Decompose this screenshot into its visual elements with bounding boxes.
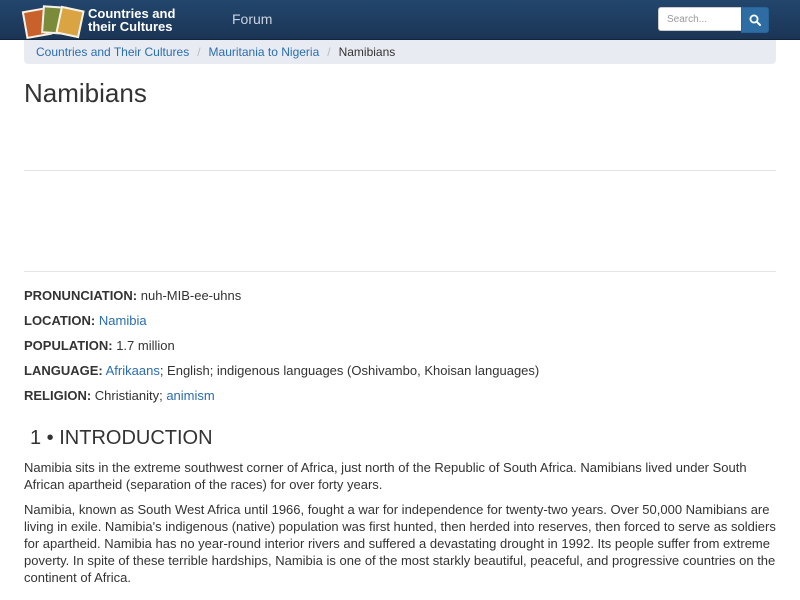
forum-link[interactable]: Forum: [232, 11, 272, 27]
fact-value: ; English; indigenous languages (Oshivam…: [159, 363, 540, 378]
paragraph: Namibia, known as South West Africa unti…: [24, 502, 776, 585]
fact-label: LANGUAGE:: [24, 363, 103, 378]
fact-language: LANGUAGE: Afrikaans; English; indigenous…: [24, 363, 539, 378]
breadcrumb-current: Namibians: [338, 45, 396, 59]
location-link[interactable]: Namibia: [99, 313, 147, 328]
fact-value: Christianity;: [91, 388, 167, 403]
breadcrumb: Countries and Their Cultures / Mauritani…: [24, 40, 776, 64]
logo-text: Countries and their Cultures: [88, 7, 175, 33]
search-icon: [749, 14, 761, 26]
fact-label: PRONUNCIATION:: [24, 288, 138, 303]
fact-label: POPULATION:: [24, 338, 113, 353]
fact-location: LOCATION: Namibia: [24, 313, 147, 328]
page-title: Namibians: [24, 78, 147, 108]
section-title: 1 • INTRODUCTION: [30, 427, 213, 449]
fact-pronunciation: PRONUNCIATION: nuh-MIB-ee-uhns: [24, 288, 241, 303]
fact-value: nuh-MIB-ee-uhns: [137, 288, 242, 303]
logo-image: [21, 3, 85, 40]
breadcrumb-separator: /: [197, 45, 201, 59]
search-button[interactable]: [741, 7, 769, 33]
breadcrumb-link-mauritania-nigeria[interactable]: Mauritania to Nigeria: [209, 45, 320, 59]
breadcrumb-separator: /: [327, 45, 331, 59]
afrikaans-link[interactable]: Afrikaans: [106, 363, 160, 378]
fact-religion: RELIGION: Christianity; animism: [24, 388, 215, 403]
logo-line2: their Cultures: [88, 18, 173, 34]
animism-link[interactable]: animism: [166, 388, 214, 403]
fact-label: RELIGION:: [24, 388, 92, 403]
divider: [24, 170, 776, 171]
top-navbar: Countries and their Cultures Forum: [0, 0, 800, 40]
paragraph: Namibia sits in the extreme southwest co…: [24, 460, 747, 492]
logo-line1: Countries and: [88, 5, 176, 21]
breadcrumb-link-countries[interactable]: Countries and Their Cultures: [36, 45, 189, 59]
site-logo[interactable]: Countries and their Cultures: [21, 3, 222, 40]
fact-population: POPULATION: 1.7 million: [24, 338, 175, 353]
divider: [24, 271, 776, 272]
fact-value: 1.7 million: [112, 338, 175, 353]
fact-label: LOCATION:: [24, 313, 96, 328]
